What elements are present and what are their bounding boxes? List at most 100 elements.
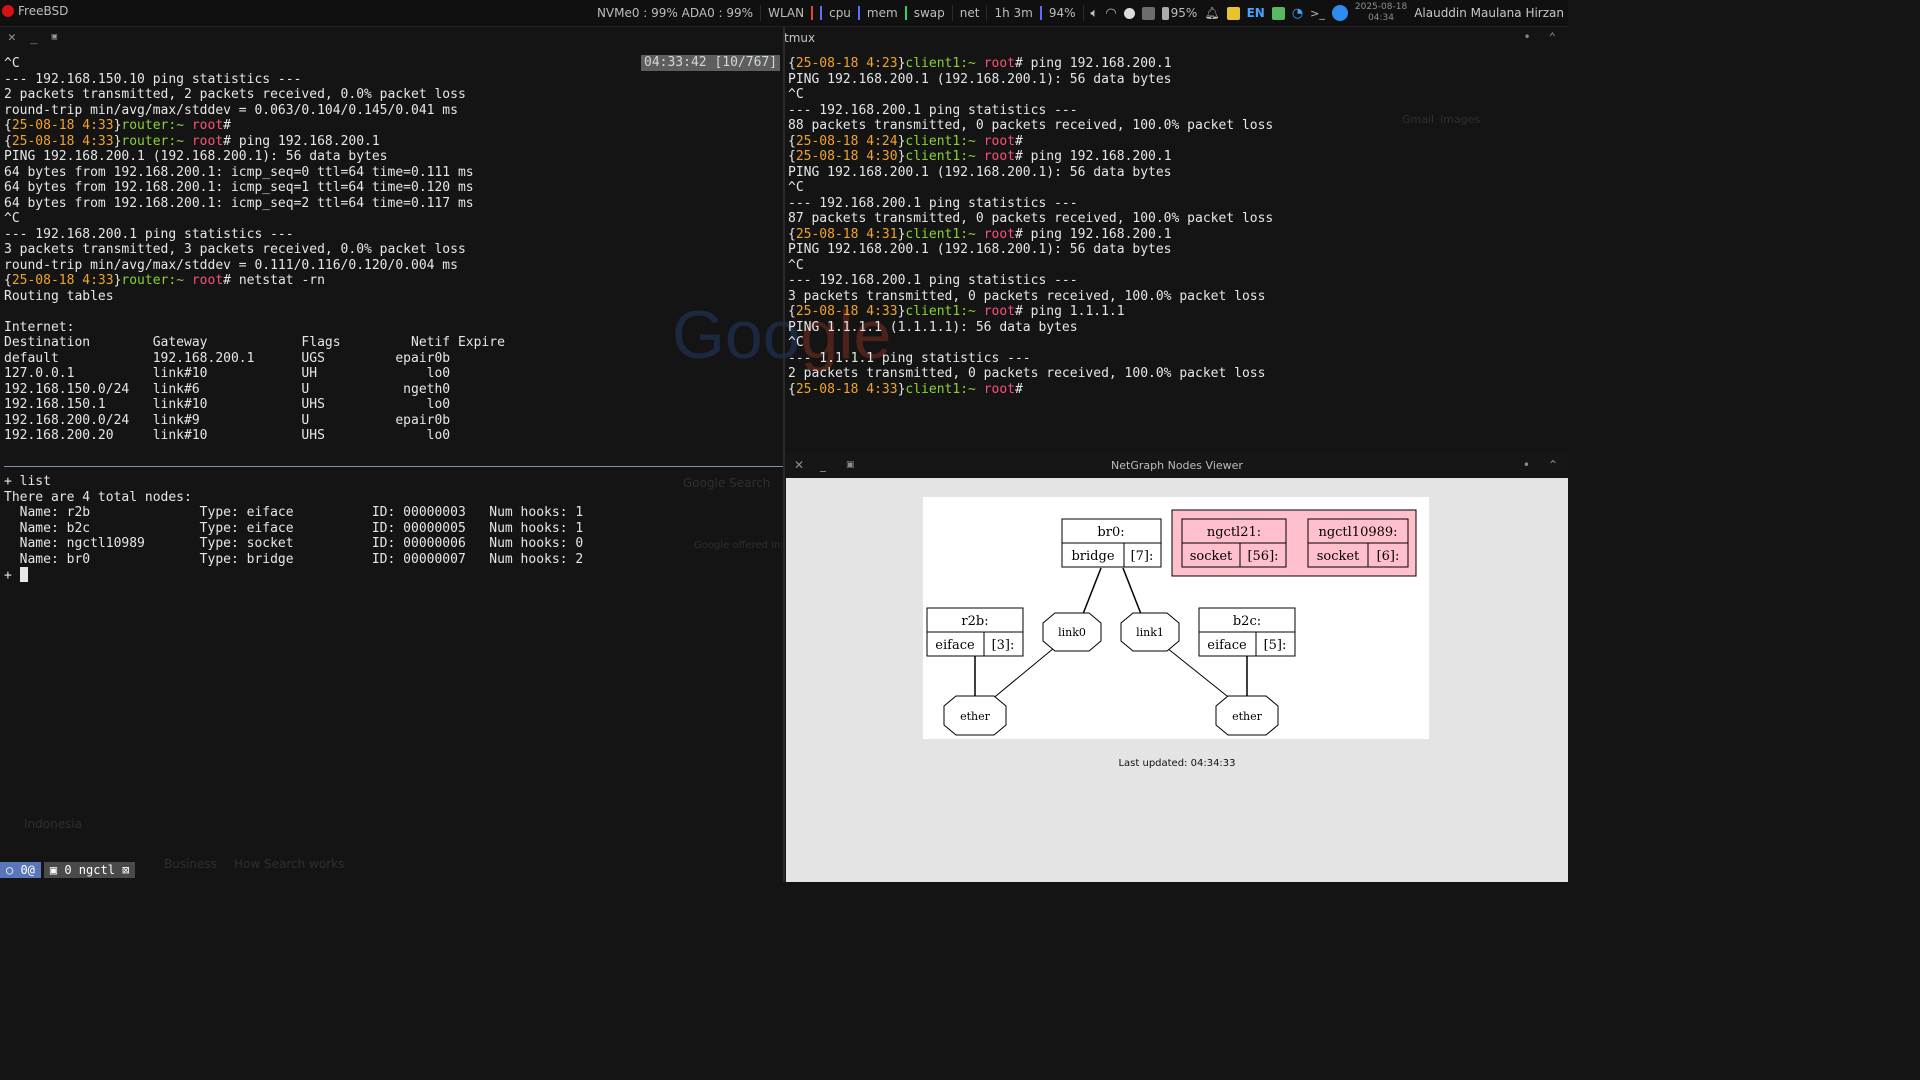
image-icon[interactable] [1271,6,1285,20]
right-terminal-pane[interactable]: {25-08-18 4:23}client1:~ root# ping 192.… [788,56,1566,397]
status-area: NVMe0 : 99% ADA0 : 99% WLAN cpu mem swap… [597,0,1568,26]
ngctl-output-line: Name: ngctl10989 Type: socket ID: 000000… [4,536,584,551]
brightness[interactable]: 94% [1049,6,1076,20]
terminal-text: router:~ [121,133,192,149]
volume-icon[interactable]: 🔈︎ [1091,6,1099,21]
terminal-line: ^C [4,211,782,227]
minimize-icon[interactable]: _ [30,30,38,45]
terminal-text: 3 packets transmitted, 0 packets receive… [788,288,1266,304]
node-br0-id: [7]: [1131,549,1154,564]
left-terminal-pane[interactable]: ^C --- 192.168.150.10 ping statistics ---… [4,56,782,444]
terminal-line: PING 1.1.1.1 (1.1.1.1): 56 data bytes [788,320,1566,336]
node-r2b-type: eiface [935,638,975,653]
hook-link0[interactable]: link0 [1042,612,1102,652]
terminal-text: { [788,381,796,397]
terminal-text: 25-08-18 4:30 [795,149,898,164]
battery-indicator[interactable]: 95% [1161,6,1197,20]
terminal-text: # netstat -rn [223,273,325,288]
maximize-icon[interactable]: ▣ [52,32,57,45]
user-name[interactable]: Alauddin Maulana Hirzan [1414,6,1564,20]
terminal-line: PING 192.168.200.1 (192.168.200.1): 56 d… [788,242,1566,258]
terminal-line: 2 packets transmitted, 0 packets receive… [788,366,1566,382]
wlan-monitor[interactable]: WLAN [768,6,804,20]
headphones-icon[interactable]: ◠ [1105,6,1116,21]
hook-ether-right[interactable]: ether [1215,695,1279,736]
close-icon[interactable]: ✕ [8,30,16,45]
terminal-text: PING 192.168.200.1 (192.168.200.1): 56 d… [788,164,1172,180]
cpu-monitor[interactable]: cpu [829,6,851,20]
swap-monitor[interactable]: swap [914,6,945,20]
os-menu[interactable]: FreeBSD [2,4,68,18]
terminal-line: ^C [788,180,1566,196]
terminal-text: 64 bytes from 192.168.200.1: icmp_seq=0 … [4,164,474,180]
terminal-text: 192.168.150.1 link#10 UHS lo0 [4,397,451,412]
freebsd-logo-icon [2,5,14,17]
tmux-status-bar: ○ 0@ ▣ 0 ngctl ⊠ [0,862,136,878]
notes-icon[interactable] [1226,6,1240,20]
swap-label: swap [913,6,945,20]
terminal-text: 25-08-18 4:33 [11,133,114,149]
app-icon[interactable] [1331,5,1348,21]
terminal-line: {25-08-18 4:33}router:~ root# [4,118,782,134]
terminal-line: 64 bytes from 192.168.200.1: icmp_seq=0 … [4,165,782,181]
hook-ether-left-label: ether [960,710,991,723]
terminal-text: { [788,133,796,149]
monitor-icon[interactable] [1141,6,1155,20]
tmux-window-ngctl[interactable]: ▣ 0 ngctl ⊠ [43,862,136,878]
node-ngctl10989-name: ngctl10989: [1318,525,1397,540]
terminal-text: 25-08-18 4:24 [795,133,898,149]
terminal-text: { [788,304,796,319]
ngctl-output-line: Name: r2b Type: eiface ID: 00000003 Num … [4,505,584,520]
ngctl-terminal-pane[interactable]: + list There are 4 total nodes: Name: r2b… [4,474,782,583]
swap-bar [904,6,907,20]
node-br0[interactable]: br0: bridge [7]: [1061,518,1162,568]
clock[interactable]: 2025-08-18 04:34 [1355,2,1407,24]
terminal-line: ^C [788,258,1566,274]
node-ngctl21[interactable]: ngctl21: socket [56]: [1181,518,1287,568]
terminal-text: ^C [788,180,804,195]
terminal-text: 2 packets transmitted, 0 packets receive… [788,366,1266,381]
terminal-line: ^C [788,87,1566,103]
terminal-icon[interactable]: >_ [1310,7,1325,20]
terminal-text: round-trip min/avg/max/stddev = 0.111/0.… [4,257,458,273]
node-b2c[interactable]: b2c: eiface [5]: [1198,607,1296,657]
hook-ether-left[interactable]: ether [943,695,1007,736]
tmux-session[interactable]: ○ 0@ [0,862,41,878]
dot-icon[interactable]: • [1524,30,1531,44]
terminal-line: 192.168.200.0/24 link#9 U epair0b [4,413,782,429]
net-monitor[interactable]: net [960,6,980,20]
edge-br0-link1 [1122,567,1142,615]
terminal-line: --- 192.168.200.1 ping statistics --- [788,196,1566,212]
terminal-line: PING 192.168.200.1 (192.168.200.1): 56 d… [788,72,1566,88]
bell-icon[interactable]: 🔔︎ [1204,6,1219,20]
hook-link1[interactable]: link1 [1120,612,1180,652]
terminal-text: PING 1.1.1.1 (1.1.1.1): 56 data bytes [788,319,1078,335]
node-r2b[interactable]: r2b: eiface [3]: [926,607,1024,657]
netgraph-title: NetGraph Nodes Viewer [1111,459,1243,472]
mem-monitor[interactable]: mem [867,6,898,20]
keyboard-layout[interactable]: EN [1247,6,1265,20]
node-ngctl21-id: [56]: [1247,549,1278,564]
terminal-line: 87 packets transmitted, 0 packets receiv… [788,211,1566,227]
node-r2b-id: [3]: [992,638,1015,653]
hook-link0-label: link0 [1058,626,1086,639]
last-updated: Last updated: 04:34:33 [1118,758,1236,769]
camera-icon[interactable] [1123,7,1135,19]
wlan-bar [811,6,814,20]
terminal-text: { [788,149,796,164]
terminal-line: --- 192.168.200.1 ping statistics --- [4,227,782,243]
chevron-up-icon[interactable]: ⌃ [1548,458,1558,472]
divider [1082,5,1084,21]
terminal-line: {25-08-18 4:33}client1:~ root# [788,382,1566,398]
node-br0-type: bridge [1071,549,1114,564]
terminal-text: --- 1.1.1.1 ping statistics --- [788,350,1031,366]
clock-date: 2025-08-18 [1354,2,1408,12]
node-ngctl10989[interactable]: ngctl10989: socket [6]: [1307,518,1409,568]
chevron-up-icon[interactable]: ⌃ [1549,30,1556,44]
wifi-icon[interactable]: ◔ [1292,6,1303,21]
dot-icon[interactable]: • [1523,458,1530,472]
ngctl-prompt-line[interactable]: + [4,567,782,583]
terminal-text: root [191,118,224,133]
node-b2c-type: eiface [1207,638,1247,653]
terminal-text: PING 192.168.200.1 (192.168.200.1): 56 d… [788,242,1172,257]
